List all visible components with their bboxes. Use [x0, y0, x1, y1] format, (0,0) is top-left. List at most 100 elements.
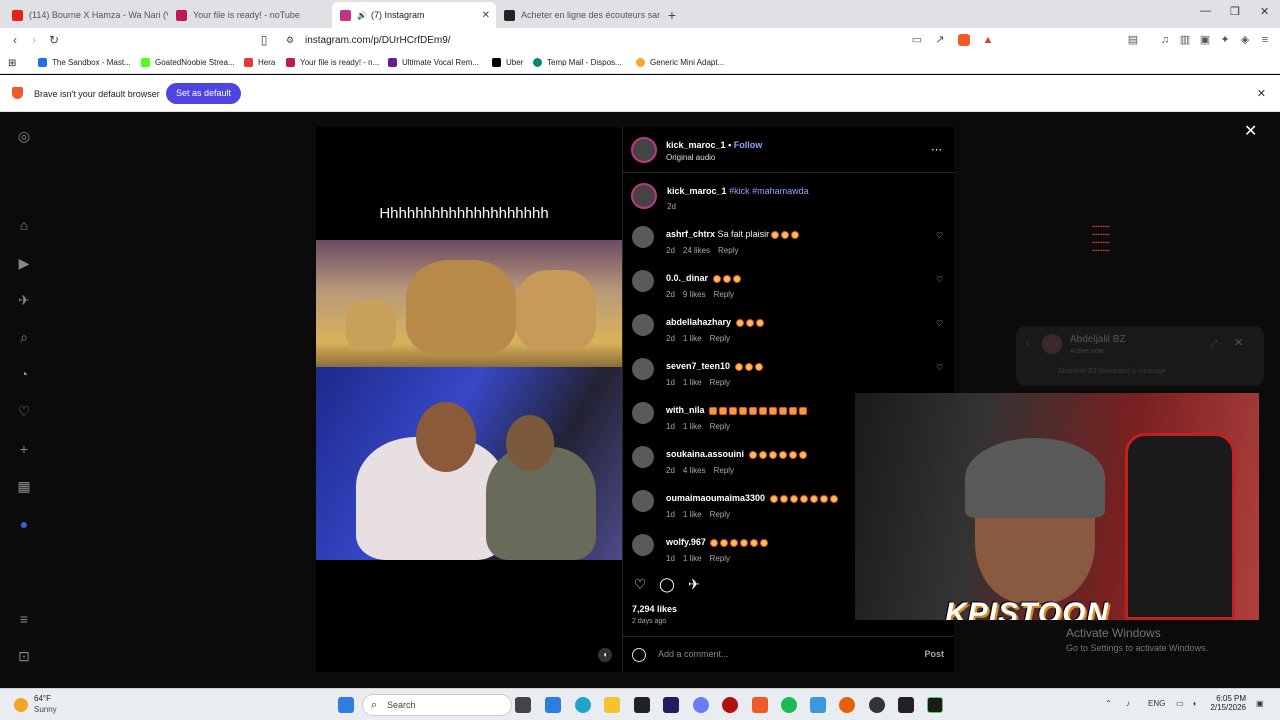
bookmark-item[interactable]: The Sandbox - Mast... — [38, 58, 131, 67]
comment-likes[interactable]: 4 likes — [683, 466, 706, 475]
language-indicator[interactable]: ENG — [1148, 699, 1165, 708]
comment-username[interactable]: abdellahazhary — [666, 317, 731, 327]
comment-likes[interactable]: 1 like — [683, 378, 702, 387]
close-tab-icon[interactable]: ✕ — [482, 10, 490, 21]
url-field[interactable]: instagram.com/p/DUrHCrfDEm9/ — [305, 31, 451, 49]
commenter-avatar[interactable] — [632, 534, 654, 556]
site-info-icon[interactable]: ⚙ — [280, 35, 300, 46]
author-avatar[interactable] — [631, 137, 657, 163]
ai-icon[interactable]: ✦ — [1219, 34, 1231, 46]
like-icon[interactable]: ♡ — [632, 576, 648, 592]
post-media[interactable]: Hhhhhhhhhhhhhhhhhhhh ◖ — [316, 127, 622, 672]
chrome-icon[interactable] — [869, 697, 885, 713]
commenter-avatar[interactable] — [632, 314, 654, 336]
apps-icon[interactable]: ⊞ — [8, 58, 16, 69]
capcut-icon[interactable] — [634, 697, 650, 713]
maximize-button[interactable]: ❐ — [1230, 5, 1240, 18]
tab-instagram[interactable]: 🔊 (7) Instagram ✕ — [332, 2, 496, 28]
caption-username[interactable]: kick_maroc_1 — [667, 186, 727, 196]
terminal-icon[interactable] — [927, 697, 943, 713]
author-username[interactable]: kick_maroc_1 — [666, 140, 726, 150]
tray-expand-icon[interactable]: ⌃ — [1105, 699, 1112, 708]
meta-apps-icon[interactable]: ⊡ — [16, 648, 32, 664]
commenter-avatar[interactable] — [632, 446, 654, 468]
capcut-active-icon[interactable] — [898, 697, 914, 713]
start-icon[interactable] — [338, 697, 354, 713]
comment-username[interactable]: with_nila — [666, 405, 705, 415]
reels-icon[interactable]: ▶ — [16, 255, 32, 271]
comment-likes[interactable]: 1 like — [683, 334, 702, 343]
comment-like-icon[interactable]: ♡ — [936, 275, 943, 284]
comment-username[interactable]: wolfy.967 — [666, 537, 706, 547]
comment-like-icon[interactable]: ♡ — [936, 231, 943, 240]
post-comment-button[interactable]: Post — [924, 649, 944, 659]
music-icon[interactable]: ♫ — [1159, 34, 1171, 46]
comment-username[interactable]: oumaimaoumaima3300 — [666, 493, 765, 503]
reply-button[interactable]: Reply — [718, 246, 738, 255]
cast-icon[interactable]: ▭ — [911, 34, 923, 46]
bookmark-item[interactable]: Uber — [492, 58, 523, 67]
set-default-button[interactable]: Set as default — [166, 83, 242, 104]
taskbar-search[interactable]: ⌕ Search — [362, 694, 512, 716]
premiere-icon[interactable] — [663, 697, 679, 713]
brave-icon[interactable] — [752, 697, 768, 713]
expand-icon[interactable]: ⤢ — [1210, 338, 1217, 349]
close-dm-icon[interactable]: ✕ — [1234, 336, 1243, 349]
comment-icon[interactable]: ◯ — [659, 576, 675, 592]
dashboard-icon[interactable]: ▦ — [16, 478, 32, 494]
forward-button[interactable]: › — [24, 33, 44, 47]
commenter-avatar[interactable] — [632, 226, 654, 248]
notifications-icon[interactable]: ♡ — [16, 403, 32, 419]
network-icon[interactable]: ▭ — [1176, 699, 1184, 708]
reply-button[interactable]: Reply — [714, 290, 734, 299]
bookmark-item[interactable]: Your file is ready! - n... — [286, 58, 379, 67]
spotify-icon[interactable] — [781, 697, 797, 713]
panel-icon[interactable]: ▥ — [1179, 34, 1191, 46]
notification-icon[interactable]: ▣ — [1256, 699, 1264, 708]
reply-button[interactable]: Reply — [710, 334, 730, 343]
instagram-logo-icon[interactable]: ◎ — [16, 128, 32, 144]
comment-input[interactable]: Add a comment... — [658, 649, 729, 659]
comment-username[interactable]: ashrf_chtrx — [666, 229, 715, 239]
recorder-icon[interactable] — [722, 697, 738, 713]
commenter-avatar[interactable] — [632, 270, 654, 292]
back-icon[interactable]: ‹ — [1026, 338, 1029, 349]
menu-icon[interactable]: ≡ — [1259, 34, 1271, 46]
comment-likes[interactable]: 1 like — [683, 554, 702, 563]
new-tab-button[interactable]: + — [660, 2, 684, 28]
author-avatar[interactable] — [631, 183, 657, 209]
tab-shop[interactable]: Acheter en ligne des écouteurs sans fi — [496, 2, 660, 28]
task-view-icon[interactable] — [515, 697, 531, 713]
create-icon[interactable]: + — [16, 441, 32, 457]
wallet-icon[interactable]: ▣ — [1199, 34, 1211, 46]
share-icon[interactable]: ✈ — [686, 576, 702, 592]
explore-icon[interactable]: ◔ — [16, 366, 32, 382]
commenter-avatar[interactable] — [632, 402, 654, 424]
bookmark-icon[interactable]: ▯ — [254, 33, 274, 47]
tab-youtube[interactable]: (114) Bourne X Hamza - Wa Nari (Vid — [4, 2, 168, 28]
bookmark-item[interactable]: GoatedNoobie Strea... — [141, 58, 235, 67]
reply-button[interactable]: Reply — [710, 378, 730, 387]
emoji-icon[interactable] — [632, 648, 646, 662]
edge-icon[interactable] — [575, 697, 591, 713]
store-icon[interactable] — [545, 697, 561, 713]
comment-likes[interactable]: 1 like — [683, 422, 702, 431]
vpn-icon[interactable]: ◈ — [1239, 34, 1251, 46]
comment-username[interactable]: 0.0._dinar — [666, 273, 708, 283]
reply-button[interactable]: Reply — [714, 466, 734, 475]
close-window-button[interactable]: ✕ — [1260, 5, 1269, 18]
profile-icon[interactable]: ● — [16, 516, 32, 532]
bookmark-item[interactable]: Ultimate Vocal Rem... — [388, 58, 479, 67]
tab-notube[interactable]: Your file is ready! - noTube — [168, 2, 332, 28]
reply-button[interactable]: Reply — [710, 554, 730, 563]
home-icon[interactable]: ⌂ — [16, 217, 32, 233]
comment-likes[interactable]: 24 likes — [683, 246, 710, 255]
copilot-icon[interactable] — [693, 697, 709, 713]
more-options-icon[interactable]: ⋯ — [931, 143, 942, 156]
sidebar-toggle-icon[interactable]: ▤ — [1127, 34, 1139, 46]
like-count[interactable]: 7,294 likes — [632, 604, 677, 614]
comment-username[interactable]: soukaina.assouini — [666, 449, 744, 459]
more-menu-icon[interactable]: ≡ — [16, 611, 32, 627]
bookmark-item[interactable]: Hera — [244, 58, 275, 67]
comment-username[interactable]: seven7_teen10 — [666, 361, 730, 371]
